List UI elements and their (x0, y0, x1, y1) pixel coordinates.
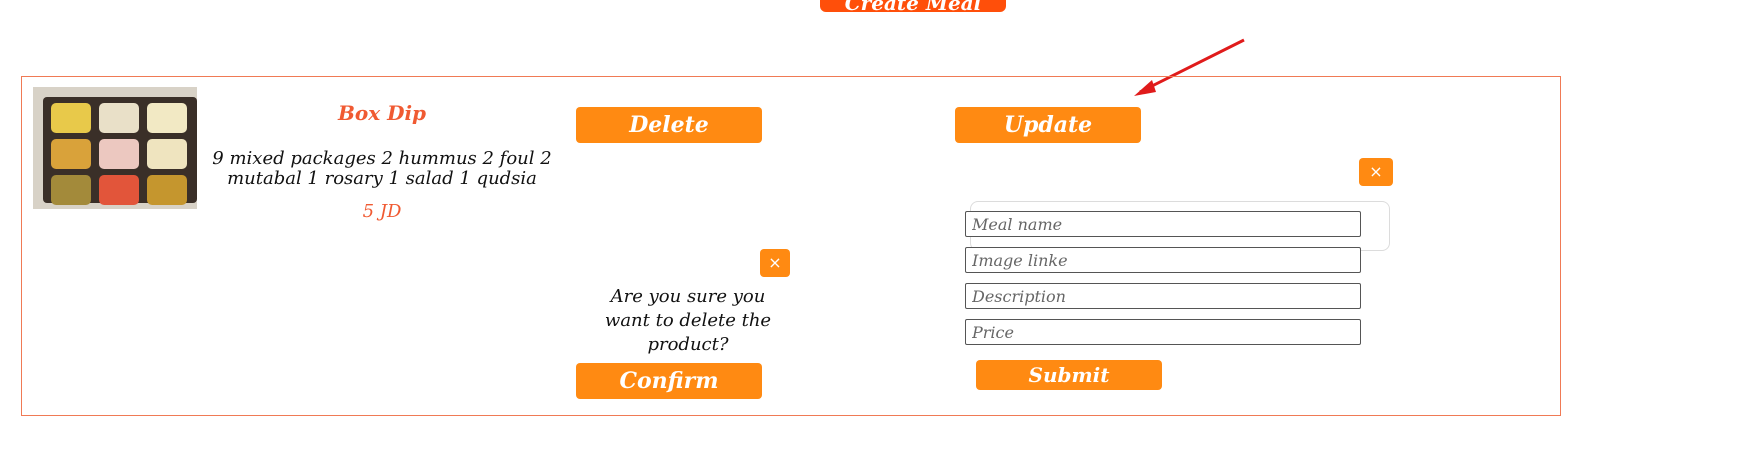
create-meal-button[interactable]: Create Meal (820, 0, 1006, 12)
meal-image (33, 87, 197, 209)
meal-tray-graphic (43, 97, 197, 205)
meal-description: 9 mixed packages 2 hummus 2 foul 2 mutab… (212, 148, 552, 189)
description-input[interactable] (965, 283, 1361, 309)
update-button[interactable]: Update (955, 107, 1141, 143)
delete-confirmation-question: Are you sure you want to delete the prod… (604, 286, 772, 355)
meal-title: Box Dip (337, 101, 427, 125)
price-input[interactable] (965, 319, 1361, 345)
meal-price: 5 JD (362, 201, 402, 222)
close-delete-dialog-button[interactable]: × (760, 249, 790, 277)
meal-name-input[interactable] (965, 211, 1361, 237)
close-icon: × (768, 253, 782, 272)
confirm-delete-button[interactable]: Confirm (576, 363, 762, 399)
close-icon: × (1369, 162, 1383, 181)
product-card: Box Dip 9 mixed packages 2 hummus 2 foul… (21, 76, 1561, 416)
image-link-input[interactable] (965, 247, 1361, 273)
delete-button[interactable]: Delete (576, 107, 762, 143)
submit-button[interactable]: Submit (976, 360, 1162, 390)
close-update-form-button[interactable]: × (1359, 158, 1393, 186)
